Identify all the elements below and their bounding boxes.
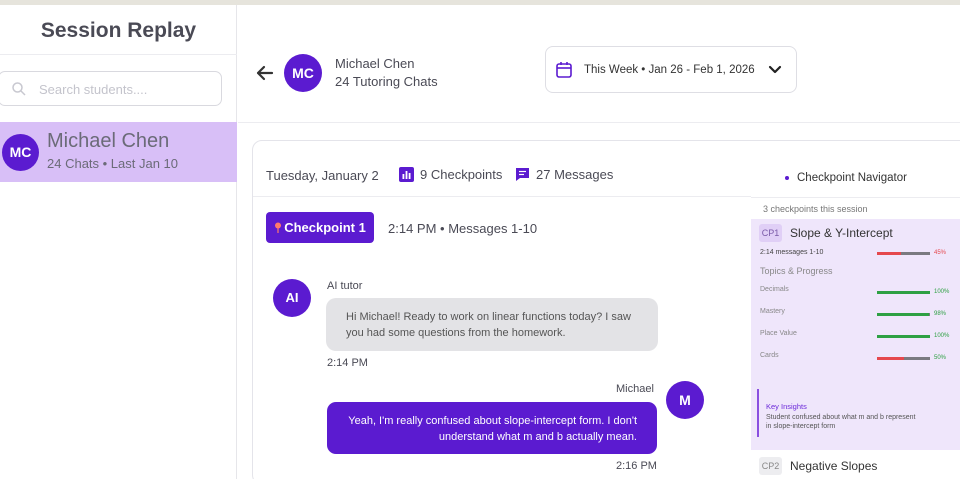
- student-avatar: MC: [2, 134, 39, 171]
- topic-pct: 100%: [934, 333, 950, 339]
- ai-sender-label: AI tutor: [327, 280, 363, 292]
- checkpoint-title: Slope & Y-Intercept: [790, 226, 893, 240]
- topic-pct: 100%: [934, 289, 950, 295]
- search-icon: [12, 82, 26, 96]
- checkpoint-title-cp2[interactable]: Negative Slopes: [790, 459, 877, 473]
- ai-message-bubble: Hi Michael! Ready to work on linear func…: [326, 298, 658, 351]
- user-avatar: M: [666, 381, 704, 419]
- session-card: Tuesday, January 2 9 Checkpoints 27 Mess…: [252, 140, 960, 479]
- back-arrow-icon[interactable]: [256, 65, 274, 81]
- insight-text: Student confused about what m and b repr…: [766, 414, 916, 430]
- chevron-down-icon: [768, 65, 782, 74]
- insight-heading: Key Insights: [766, 402, 807, 411]
- checkpoint-code: CP1: [759, 224, 782, 242]
- user-sender-label: Michael: [616, 383, 654, 395]
- header: MC Michael Chen 24 Tutoring Chats This W…: [238, 5, 960, 123]
- dot-icon: [785, 176, 789, 180]
- session-header: Tuesday, January 2 9 Checkpoints 27 Mess…: [253, 141, 751, 197]
- topics-heading: Topics & Progress: [760, 266, 833, 276]
- search-box: [0, 71, 222, 106]
- checkpoint-navigator: Checkpoint Navigator 3 checkpoints this …: [751, 141, 960, 479]
- progress-bar: [877, 252, 930, 255]
- divider: [751, 197, 960, 198]
- topic-bar-fill: [877, 313, 929, 316]
- navigator-title-text: Checkpoint Navigator: [797, 172, 907, 184]
- session-day: Tuesday, January 2: [266, 168, 379, 183]
- checkpoint-card-cp1[interactable]: CP1 Slope & Y-Intercept 2:14 messages 1-…: [751, 219, 960, 450]
- sidebar-title: Session Replay: [0, 5, 237, 55]
- date-range-label: This Week • Jan 26 - Feb 1, 2026: [584, 64, 755, 76]
- topic-name: Cards: [760, 352, 779, 359]
- topic-pct: 98%: [934, 311, 947, 317]
- search-input[interactable]: [39, 79, 214, 99]
- checkpoint-label: Checkpoint 1: [284, 220, 366, 235]
- topic-bar-fill: [877, 357, 904, 360]
- student-name: Michael Chen: [47, 130, 170, 152]
- student-item[interactable]: MC Michael Chen 24 Chats • Last Jan 10: [0, 122, 237, 182]
- topic-bar-fill: [877, 291, 930, 294]
- topic-name: Place Value: [760, 330, 797, 337]
- topic-bar: [877, 291, 930, 294]
- header-student-name: Michael Chen: [335, 56, 415, 71]
- date-range-dropdown[interactable]: This Week • Jan 26 - Feb 1, 2026: [545, 46, 797, 93]
- user-message-time: 2:16 PM: [616, 460, 657, 472]
- navigator-title: Checkpoint Navigator: [785, 172, 907, 184]
- topic-bar-fill: [877, 335, 930, 338]
- sidebar: Session Replay MC Michael Chen 24 Chats …: [0, 5, 237, 479]
- calendar-icon: [556, 62, 572, 78]
- pin-icon: [275, 222, 282, 233]
- messages-stat: 27 Messages: [515, 167, 613, 182]
- progress-bar-fill: [877, 252, 901, 255]
- header-avatar: MC: [284, 54, 322, 92]
- checkpoints-stat: 9 Checkpoints: [399, 167, 502, 182]
- checkpoint-messages: 2:14 messages 1-10: [760, 249, 824, 256]
- ai-message-time: 2:14 PM: [327, 357, 368, 369]
- checkpoint-badge[interactable]: Checkpoint 1: [266, 212, 374, 243]
- topic-bar: [877, 335, 930, 338]
- bar-chart-icon: [399, 167, 414, 182]
- messages-count: 27 Messages: [536, 167, 614, 182]
- message-icon: [516, 168, 529, 181]
- student-meta: 24 Chats • Last Jan 10: [47, 156, 179, 171]
- checkpoints-count: 9 Checkpoints: [420, 167, 503, 182]
- topic-bar: [877, 313, 930, 316]
- topic-pct: 50%: [934, 355, 947, 361]
- checkpoint-code-cp2[interactable]: CP2: [759, 457, 782, 475]
- navigator-count: 3 checkpoints this session: [763, 204, 868, 214]
- checkpoint-info: 2:14 PM • Messages 1-10: [388, 221, 538, 236]
- topic-name: Mastery: [760, 308, 785, 315]
- topic-name: Decimals: [760, 286, 789, 293]
- header-chat-count: 24 Tutoring Chats: [335, 74, 438, 89]
- user-message-bubble: Yeah, I'm really confused about slope-in…: [327, 402, 657, 454]
- progress-label: 45%: [934, 250, 947, 256]
- topic-bar: [877, 357, 930, 360]
- ai-avatar: AI: [273, 279, 311, 317]
- key-insights: Key Insights Student confused about what…: [757, 389, 917, 437]
